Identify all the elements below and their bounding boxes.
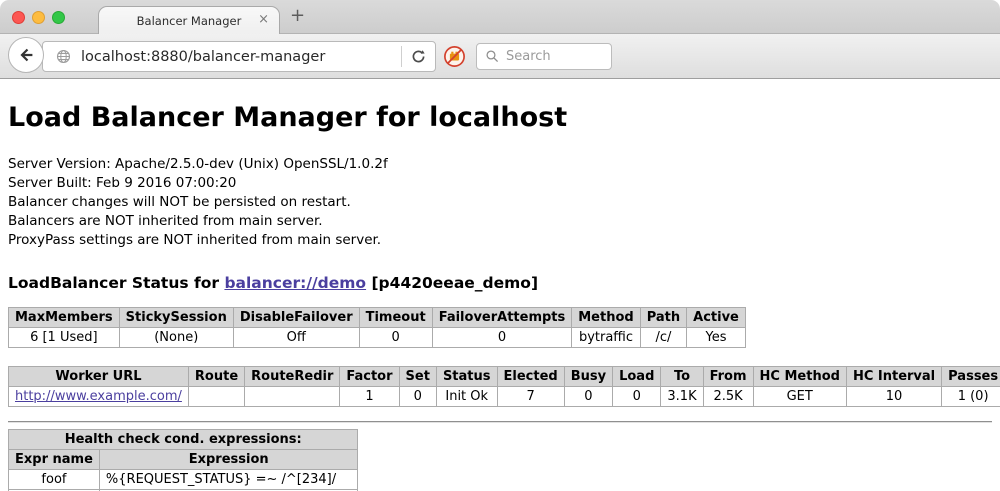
health-table-title: Health check cond. expressions: — [9, 430, 358, 450]
reload-button[interactable] — [402, 48, 435, 65]
balancer-settings-table: MaxMembers StickySession DisableFailover… — [8, 307, 746, 348]
plugin-blocked-icon — [443, 45, 466, 68]
col-route: Route — [188, 367, 244, 387]
search-icon — [485, 49, 500, 64]
proxypass-note-line: ProxyPass settings are NOT inherited fro… — [8, 231, 992, 250]
col-expression: Expression — [99, 450, 358, 470]
page-title: Load Balancer Manager for localhost — [8, 102, 992, 133]
cell-passes: 1 (0) — [942, 387, 1000, 407]
worker-table: Worker URL Route RouteRedir Factor Set S… — [8, 366, 1000, 407]
search-bar[interactable] — [476, 43, 612, 70]
cell-status: Init Ok — [436, 387, 497, 407]
status-suffix: [p4420eeae_demo] — [366, 274, 538, 292]
cell-worker-url: http://www.example.com/ — [9, 387, 189, 407]
page-content: Load Balancer Manager for localhost Serv… — [0, 80, 1000, 491]
server-version-line: Server Version: Apache/2.5.0-dev (Unix) … — [8, 155, 992, 174]
health-check-table: Health check cond. expressions: Expr nam… — [8, 429, 358, 491]
col-hc-method: HC Method — [753, 367, 846, 387]
cell-load: 0 — [613, 387, 661, 407]
col-failoverattempts: FailoverAttempts — [432, 308, 572, 328]
cell-busy: 0 — [564, 387, 612, 407]
col-routeredir: RouteRedir — [245, 367, 340, 387]
col-elected: Elected — [497, 367, 564, 387]
cell-from: 2.5K — [703, 387, 753, 407]
col-load: Load — [613, 367, 661, 387]
tab-balancer-manager[interactable]: Balancer Manager × — [98, 6, 280, 35]
search-input[interactable] — [506, 49, 676, 64]
cell-route — [188, 387, 244, 407]
col-maxmembers: MaxMembers — [9, 308, 120, 328]
cell-disablefailover: Off — [233, 328, 359, 348]
col-method: Method — [572, 308, 640, 328]
browser-window: Balancer Manager × + — [0, 0, 1000, 491]
table-header-row: Expr name Expression — [9, 450, 358, 470]
col-path: Path — [640, 308, 686, 328]
cell-path: /c/ — [640, 328, 686, 348]
navigation-toolbar — [0, 34, 1000, 79]
url-input[interactable] — [81, 49, 401, 65]
persist-note-line: Balancer changes will NOT be persisted o… — [8, 193, 992, 212]
status-prefix: LoadBalancer Status for — [8, 274, 224, 292]
cell-hc-method: GET — [753, 387, 846, 407]
col-timeout: Timeout — [359, 308, 432, 328]
cell-routeredir — [245, 387, 340, 407]
server-built-line: Server Built: Feb 9 2016 07:00:20 — [8, 174, 992, 193]
col-factor: Factor — [340, 367, 399, 387]
server-info: Server Version: Apache/2.5.0-dev (Unix) … — [8, 155, 992, 250]
table-header-row: MaxMembers StickySession DisableFailover… — [9, 308, 746, 328]
back-icon — [16, 45, 36, 65]
col-busy: Busy — [564, 367, 612, 387]
divider — [8, 421, 992, 423]
col-stickysession: StickySession — [119, 308, 233, 328]
cell-failoverattempts: 0 — [432, 328, 572, 348]
table-title-row: Health check cond. expressions: — [9, 430, 358, 450]
site-globe-icon — [55, 48, 72, 65]
table-row: foof %{REQUEST_STATUS} =~ /^[234]/ — [9, 470, 358, 490]
col-worker-url: Worker URL — [9, 367, 189, 387]
table-header-row: Worker URL Route RouteRedir Factor Set S… — [9, 367, 1000, 387]
table-row: http://www.example.com/ 1 0 Init Ok 7 0 … — [9, 387, 1000, 407]
cell-method: bytraffic — [572, 328, 640, 348]
col-status: Status — [436, 367, 497, 387]
new-tab-button[interactable]: + — [290, 5, 305, 26]
cell-stickysession: (None) — [119, 328, 233, 348]
window-close-button[interactable] — [12, 11, 25, 24]
col-passes: Passes — [942, 367, 1000, 387]
balancers-note-line: Balancers are NOT inherited from main se… — [8, 212, 992, 231]
back-button[interactable] — [8, 37, 44, 73]
window-minimize-button[interactable] — [32, 11, 45, 24]
reload-icon — [410, 48, 427, 65]
cell-factor: 1 — [340, 387, 399, 407]
cell-hc-interval: 10 — [846, 387, 941, 407]
tab-title: Balancer Manager — [137, 14, 242, 28]
cell-expression: %{REQUEST_STATUS} =~ /^[234]/ — [99, 470, 358, 490]
tab-close-icon[interactable]: × — [258, 12, 269, 27]
col-set: Set — [399, 367, 436, 387]
window-zoom-button[interactable] — [52, 11, 65, 24]
plugin-blocked-button[interactable] — [443, 45, 466, 68]
cell-active: Yes — [687, 328, 746, 348]
col-expr-name: Expr name — [9, 450, 100, 470]
worker-url-link[interactable]: http://www.example.com/ — [15, 389, 182, 404]
col-hc-interval: HC Interval — [846, 367, 941, 387]
table-row: 6 [1 Used] (None) Off 0 0 bytraffic /c/ … — [9, 328, 746, 348]
cell-elected: 7 — [497, 387, 564, 407]
cell-set: 0 — [399, 387, 436, 407]
cell-expr-name: foof — [9, 470, 100, 490]
cell-maxmembers: 6 [1 Used] — [9, 328, 120, 348]
cell-timeout: 0 — [359, 328, 432, 348]
tab-strip: Balancer Manager × + — [0, 0, 1000, 34]
loadbalancer-status-heading: LoadBalancer Status for balancer://demo … — [8, 274, 992, 292]
col-to: To — [661, 367, 703, 387]
col-active: Active — [687, 308, 746, 328]
url-bar[interactable] — [42, 41, 436, 72]
col-disablefailover: DisableFailover — [233, 308, 359, 328]
balancer-demo-link[interactable]: balancer://demo — [224, 274, 366, 292]
col-from: From — [703, 367, 753, 387]
cell-to: 3.1K — [661, 387, 703, 407]
